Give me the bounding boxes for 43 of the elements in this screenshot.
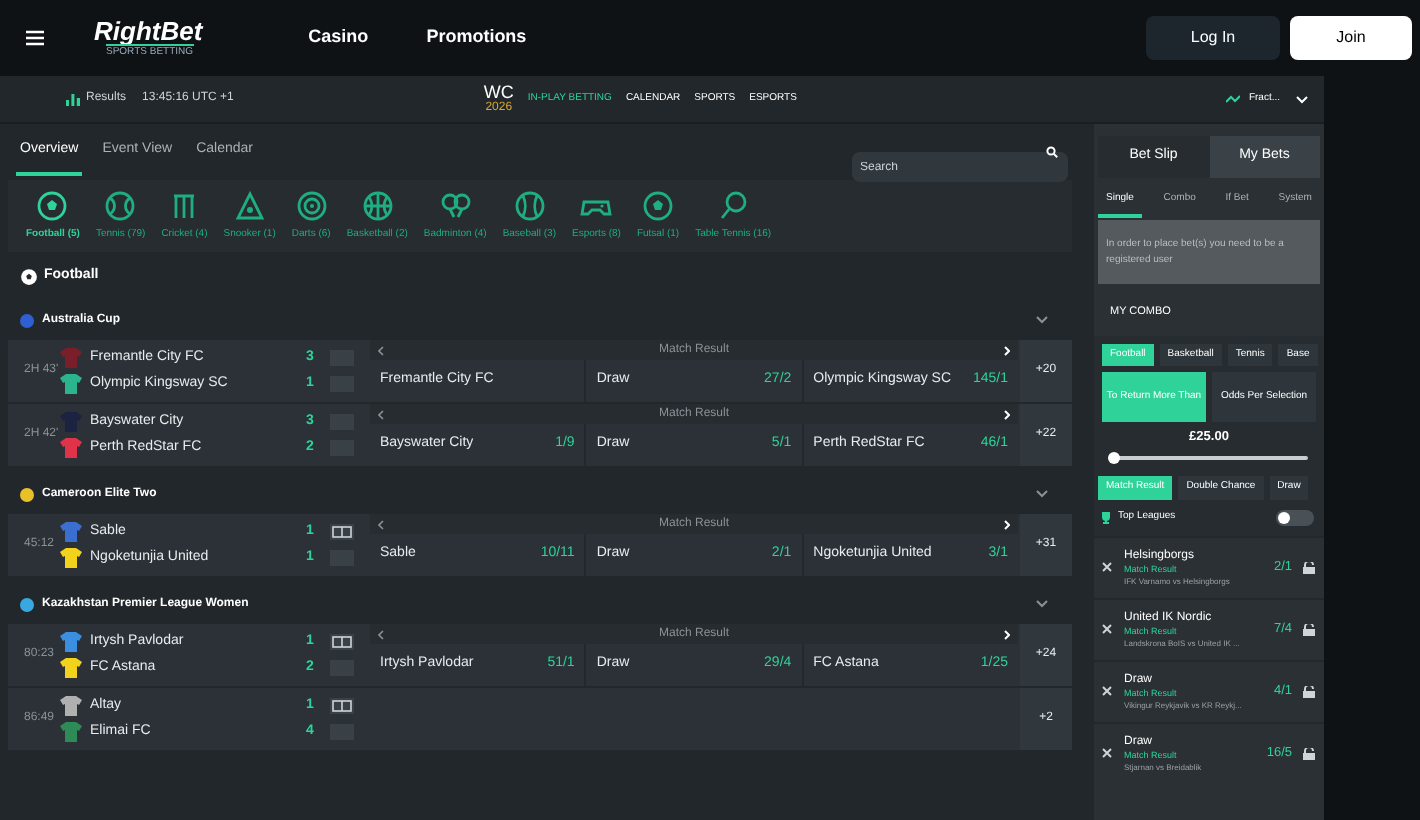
close-icon[interactable]	[1102, 748, 1112, 758]
lock-icon	[1302, 623, 1316, 635]
chevron-left-icon[interactable]	[378, 345, 384, 355]
login-button[interactable]: Log In	[1146, 16, 1280, 60]
soccer-ball-icon	[20, 267, 38, 285]
stats-box[interactable]	[330, 698, 354, 715]
tennis-ball-icon	[104, 189, 137, 222]
soccer-ball-icon	[36, 189, 69, 222]
basketball-icon	[361, 189, 394, 222]
trophy-icon	[1100, 511, 1112, 523]
pitch-icon	[332, 526, 352, 539]
close-icon[interactable]	[1102, 624, 1112, 634]
trend-icon	[1226, 94, 1241, 104]
lock-icon	[1302, 747, 1316, 759]
chevron-left-icon[interactable]	[378, 519, 384, 529]
shuttlecock-icon	[439, 189, 472, 222]
chevron-left-icon[interactable]	[378, 629, 384, 639]
soccer-ball-icon	[642, 189, 675, 222]
chevron-right-icon[interactable]	[1003, 629, 1010, 639]
top-leagues-toggle[interactable]	[1276, 509, 1314, 525]
paddle-icon	[717, 189, 750, 222]
join-button[interactable]: Join	[1290, 16, 1412, 60]
dartboard-icon	[295, 189, 328, 222]
triangle-rack-icon	[233, 189, 266, 222]
pitch-icon	[332, 700, 352, 713]
chevron-right-icon[interactable]	[1003, 519, 1010, 529]
nav-link[interactable]: Casino	[308, 24, 369, 52]
lock-icon	[1302, 561, 1316, 573]
bar-chart-icon	[66, 93, 80, 105]
close-icon[interactable]	[1102, 562, 1112, 572]
lock-icon	[1302, 685, 1316, 697]
stats-box[interactable]	[330, 634, 354, 651]
chevron-left-icon[interactable]	[378, 409, 384, 419]
stake-slider[interactable]	[1110, 452, 1308, 464]
chevron-right-icon[interactable]	[1003, 345, 1010, 355]
menu-icon[interactable]	[26, 30, 44, 46]
chevron-right-icon[interactable]	[1003, 409, 1010, 419]
close-icon[interactable]	[1102, 686, 1112, 696]
pitch-icon	[332, 636, 352, 649]
baseball-icon	[513, 189, 546, 222]
nav-link[interactable]: Promotions	[426, 24, 527, 52]
search-icon[interactable]	[1046, 146, 1058, 158]
stats-box[interactable]	[330, 524, 354, 541]
